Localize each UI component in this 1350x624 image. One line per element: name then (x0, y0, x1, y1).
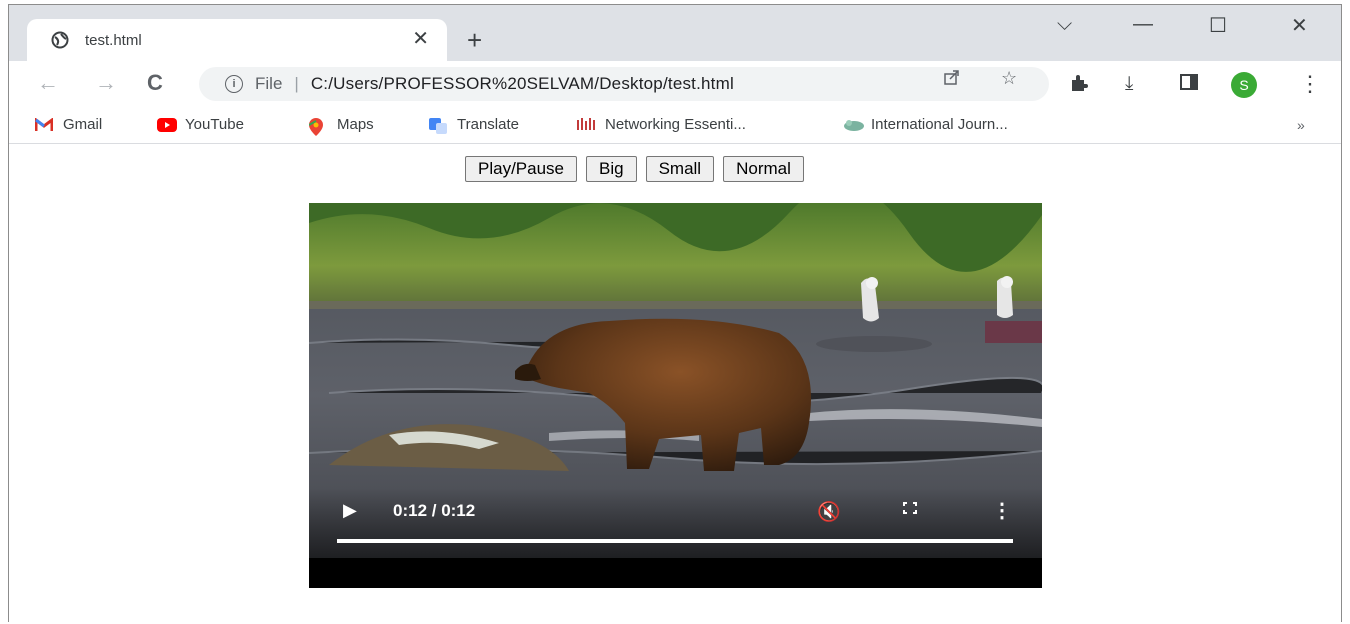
url-scheme: File (255, 74, 283, 93)
side-panel-icon[interactable] (1179, 73, 1199, 97)
bookmark-label: International Journ... (871, 116, 1008, 133)
youtube-icon (157, 117, 177, 132)
bookmark-label: Maps (337, 116, 374, 133)
profile-avatar[interactable]: S (1231, 72, 1257, 98)
bookmark-translate[interactable]: Translate (429, 116, 519, 134)
video-player[interactable]: ▶ 0:12 / 0:12 🔇 ⋮ (309, 203, 1042, 588)
bookmarks-overflow-button[interactable]: » (1297, 117, 1305, 133)
bookmark-label: YouTube (185, 116, 244, 133)
url-separator: | (294, 74, 299, 93)
fullscreen-icon[interactable] (903, 502, 917, 514)
site-info-icon[interactable]: i (225, 75, 243, 93)
journal-icon (843, 118, 864, 132)
reload-button[interactable]: C (147, 71, 163, 95)
bookmark-label: Translate (457, 116, 519, 133)
new-tab-button[interactable]: + (467, 27, 482, 53)
download-icon[interactable]: ⤓ (1125, 73, 1133, 95)
globe-icon (51, 31, 69, 49)
page-content: Play/Pause Big Small Normal ▶ 0:12 / 0:1… (9, 144, 1341, 622)
gmail-icon (34, 116, 54, 132)
video-controls: ▶ 0:12 / 0:12 🔇 ⋮ (309, 488, 1042, 558)
bookmark-label: Gmail (63, 116, 103, 133)
back-button[interactable]: ← (37, 71, 59, 95)
forward-button[interactable]: → (95, 71, 117, 95)
mute-icon[interactable]: 🔇 (817, 500, 841, 524)
bookmark-gmail[interactable]: Gmail (34, 116, 103, 133)
bookmark-star-icon[interactable]: ☆ (1001, 68, 1017, 89)
normal-button[interactable]: Normal (723, 156, 804, 182)
translate-icon (429, 117, 447, 134)
address-bar[interactable]: i File | C:/Users/PROFESSOR%20SELVAM/Des… (199, 67, 1049, 101)
video-progress-bar[interactable] (337, 539, 1013, 543)
play-pause-button[interactable]: Play/Pause (465, 156, 577, 182)
video-progress-fill (337, 539, 1013, 543)
maximize-button[interactable]: ☐ (1209, 13, 1227, 38)
tab-close-icon[interactable]: ✕ (412, 29, 429, 49)
video-button-row: Play/Pause Big Small Normal (465, 156, 804, 182)
bookmark-youtube[interactable]: YouTube (157, 116, 244, 133)
tab-title: test.html (85, 31, 142, 49)
bookmark-journal[interactable]: International Journ... (843, 116, 1008, 133)
tab-strip: test.html ✕ + ⌵ — ☐ ✕ (9, 5, 1341, 61)
puzzle-icon[interactable] (1069, 73, 1089, 99)
url-text[interactable]: C:/Users/PROFESSOR%20SELVAM/Desktop/test… (311, 74, 734, 94)
tab-search-button[interactable]: ⌵ (1057, 13, 1072, 36)
toolbar: ← → C i File | C:/Users/PROFESSOR%20SELV… (9, 61, 1341, 107)
browser-window: test.html ✕ + ⌵ — ☐ ✕ ← → C i File | C:/… (8, 4, 1342, 622)
maps-icon (308, 117, 327, 136)
bookmark-networking[interactable]: Networking Essenti... (577, 116, 746, 133)
small-button[interactable]: Small (645, 156, 715, 182)
video-time: 0:12 / 0:12 (393, 501, 476, 520)
bookmark-maps[interactable]: Maps (308, 116, 374, 136)
bookmark-label: Networking Essenti... (605, 116, 746, 133)
minimize-button[interactable]: — (1133, 13, 1153, 36)
bookmarks-bar: Gmail YouTube Maps Translate Networking … (9, 107, 1341, 144)
share-icon[interactable] (943, 68, 961, 91)
big-button[interactable]: Big (586, 156, 637, 182)
tab-test-html[interactable]: test.html ✕ (27, 19, 447, 61)
chrome-menu-icon[interactable]: ⋮ (1299, 71, 1321, 97)
close-window-button[interactable]: ✕ (1291, 13, 1308, 38)
video-more-options-icon[interactable]: ⋮ (992, 498, 1012, 523)
video-play-icon[interactable]: ▶ (343, 500, 357, 521)
networking-icon (577, 117, 595, 132)
